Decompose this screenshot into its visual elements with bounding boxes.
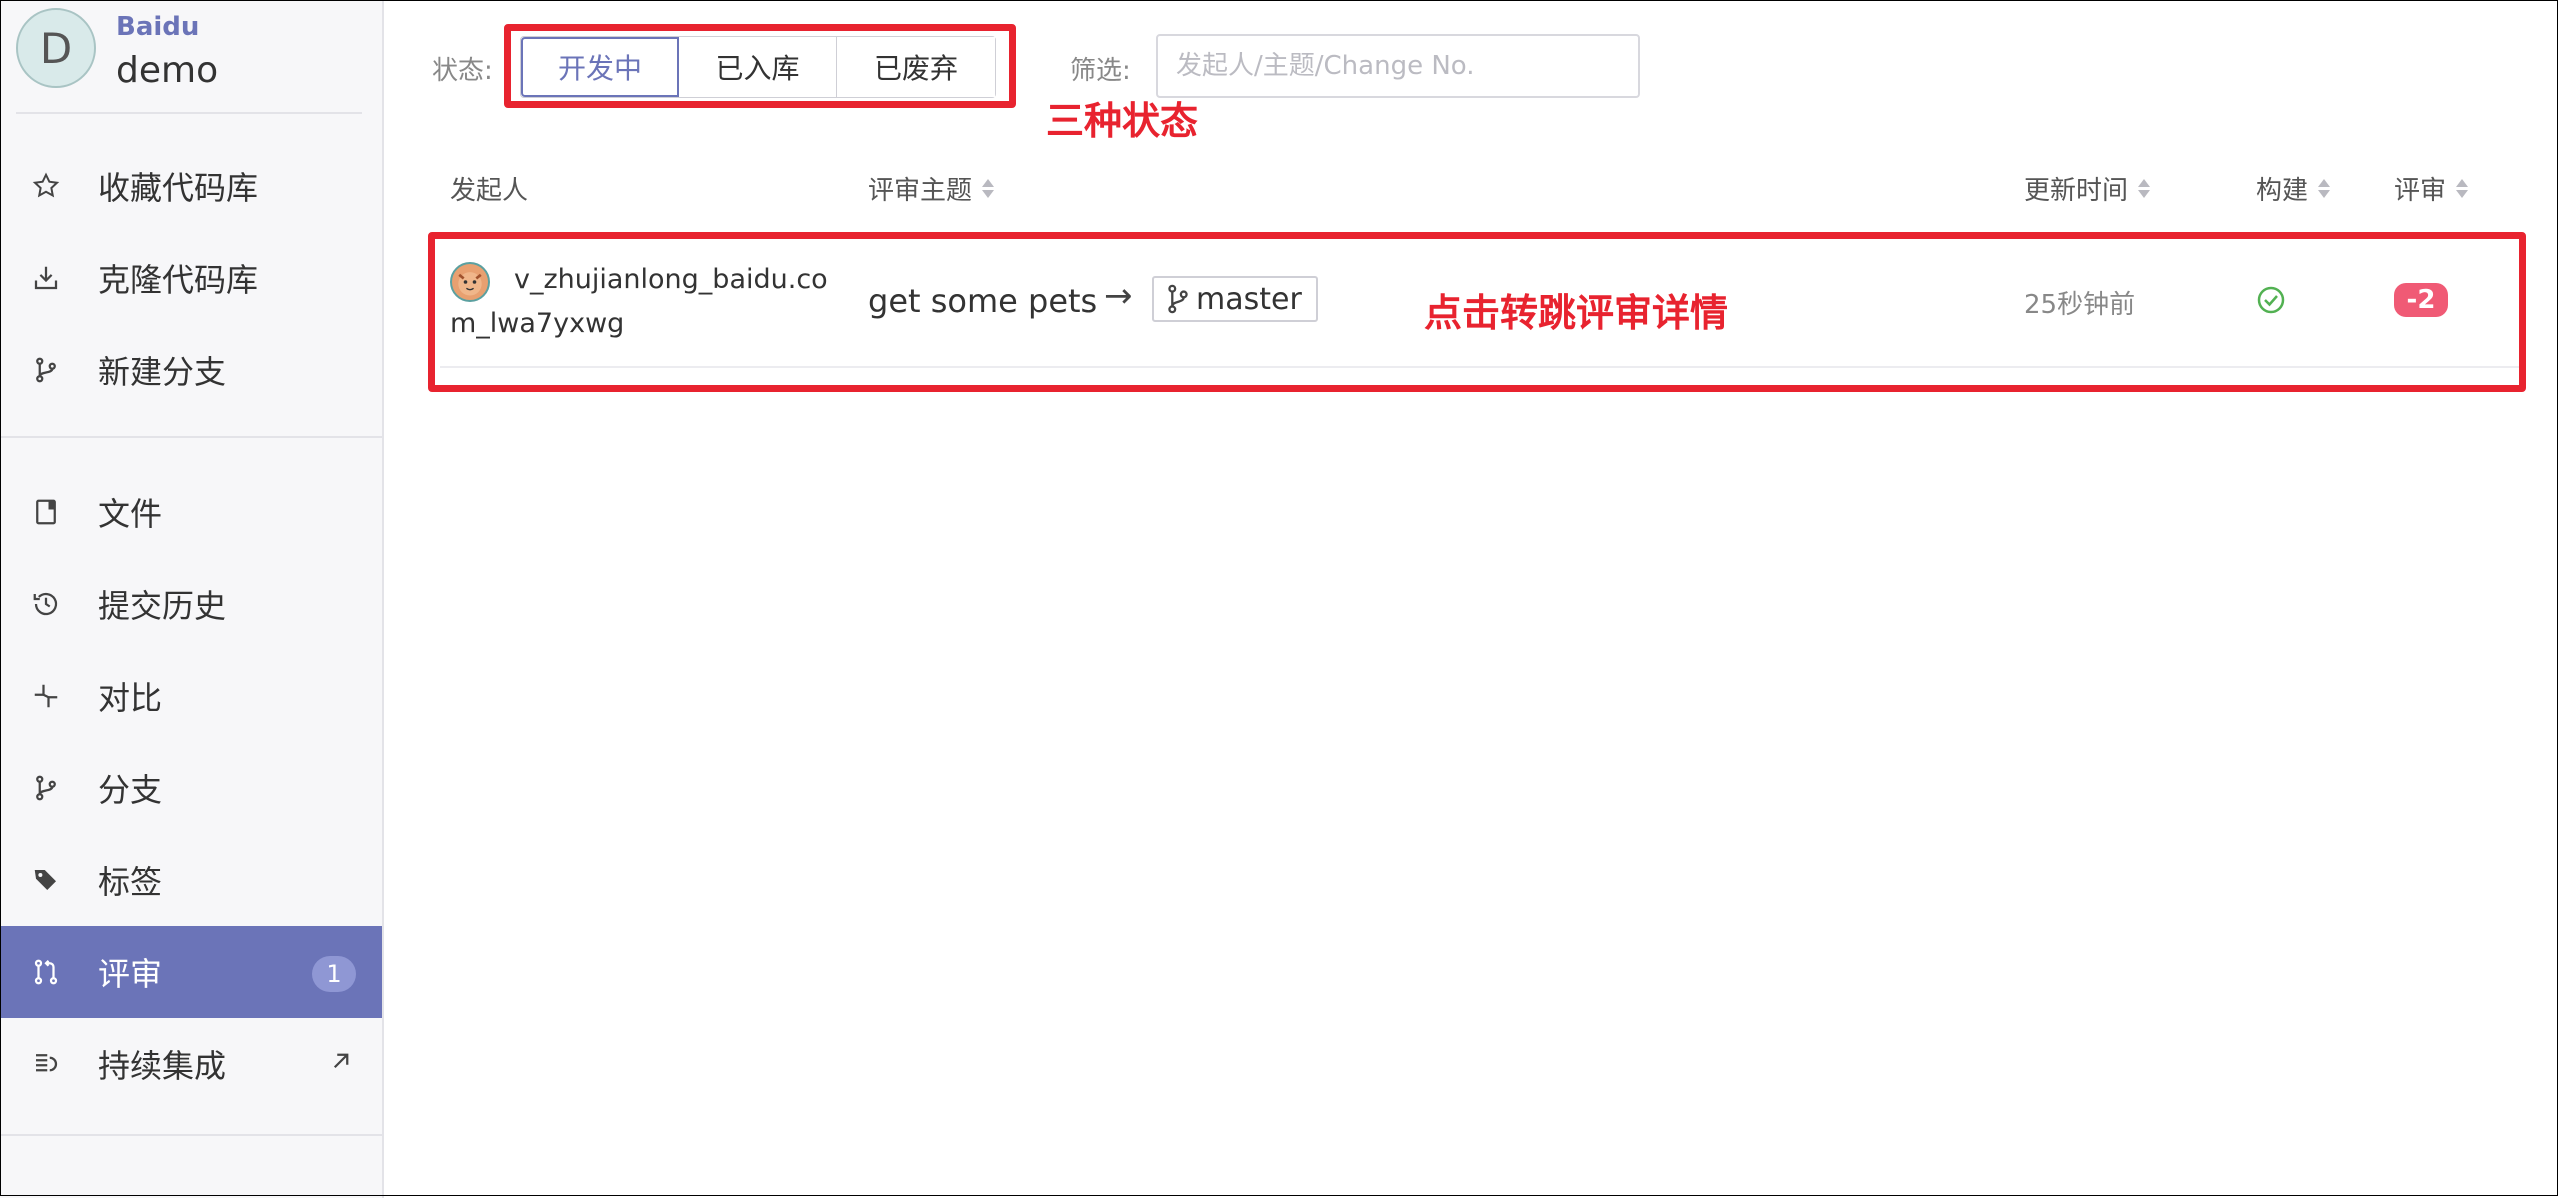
column-header-build[interactable]: 构建: [2256, 170, 2331, 207]
sidebar: D Baidu demo 收藏代码库 克隆代码库 新建分支 文件 提交历史 对比…: [0, 0, 384, 1198]
sidebar-item-new-branch[interactable]: 新建分支: [0, 324, 382, 416]
sort-icon[interactable]: [982, 179, 995, 198]
branch-icon: [28, 352, 64, 388]
column-header-updated[interactable]: 更新时间: [2024, 170, 2151, 207]
annotation-box-status: [504, 24, 1016, 108]
sidebar-item-clone[interactable]: 克隆代码库: [0, 232, 382, 324]
star-icon: [28, 168, 64, 204]
divider: [16, 112, 362, 114]
divider: [0, 436, 382, 438]
external-link-icon: [326, 1046, 356, 1076]
sidebar-item-label: 持续集成: [98, 1047, 227, 1085]
filter-search-input[interactable]: [1156, 34, 1640, 98]
review-count-badge: 1: [312, 956, 356, 992]
branch-icon: [28, 770, 64, 806]
compare-icon: [28, 678, 64, 714]
sidebar-item-label: 提交历史: [98, 587, 227, 625]
tag-icon: [28, 862, 64, 898]
divider: [0, 1134, 382, 1136]
sort-icon[interactable]: [2318, 179, 2331, 198]
repo-header[interactable]: D Baidu demo: [16, 8, 366, 98]
status-label: 状态:: [432, 56, 493, 86]
file-icon: [28, 494, 64, 530]
sidebar-item-files[interactable]: 文件: [0, 466, 382, 558]
download-icon: [28, 260, 64, 296]
column-header-label: 发起人: [450, 176, 529, 206]
column-header-author: 发起人: [450, 170, 528, 207]
column-header-label: 构建: [2256, 176, 2309, 206]
column-header-label: 评审: [2394, 176, 2447, 206]
history-icon: [28, 586, 64, 622]
annotation-row-note: 点击转跳评审详情: [1424, 291, 1729, 335]
sidebar-item-label: 评审: [98, 955, 163, 993]
column-header-subject[interactable]: 评审主题: [868, 170, 995, 207]
annotation-status-note: 三种状态: [1046, 99, 1199, 143]
sidebar-item-label: 文件: [98, 495, 163, 533]
sidebar-item-compare[interactable]: 对比: [0, 650, 382, 742]
column-header-label: 更新时间: [2024, 176, 2129, 206]
sidebar-item-favorite[interactable]: 收藏代码库: [0, 140, 382, 232]
org-name[interactable]: Baidu: [116, 12, 199, 42]
sidebar-item-label: 收藏代码库: [98, 169, 259, 207]
sidebar-item-branches[interactable]: 分支: [0, 742, 382, 834]
sidebar-item-label: 分支: [98, 771, 163, 809]
filter-label: 筛选:: [1070, 56, 1131, 86]
sidebar-item-label: 标签: [98, 863, 163, 901]
column-header-review[interactable]: 评审: [2394, 170, 2469, 207]
sidebar-item-label: 克隆代码库: [98, 261, 259, 299]
sidebar-item-history[interactable]: 提交历史: [0, 558, 382, 650]
repo-name[interactable]: demo: [116, 50, 218, 91]
sort-icon[interactable]: [2456, 179, 2469, 198]
sidebar-item-reviews[interactable]: 评审 1: [0, 926, 382, 1018]
column-header-label: 评审主题: [868, 176, 973, 206]
sidebar-item-tags[interactable]: 标签: [0, 834, 382, 926]
sidebar-item-label: 新建分支: [98, 353, 227, 391]
sidebar-item-label: 对比: [98, 679, 163, 717]
repo-avatar: D: [16, 8, 96, 88]
sort-icon[interactable]: [2138, 179, 2151, 198]
pull-request-icon: [28, 954, 64, 990]
sidebar-item-ci[interactable]: 持续集成: [0, 1018, 382, 1110]
ci-icon: [28, 1046, 64, 1082]
